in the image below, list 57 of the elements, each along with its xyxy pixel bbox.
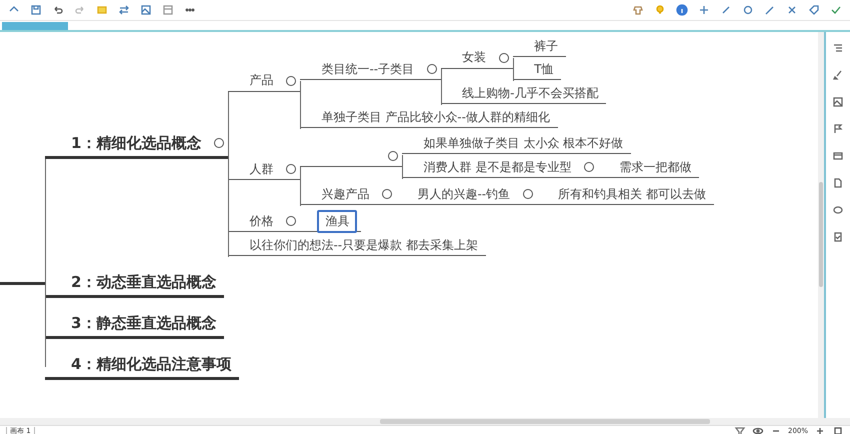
filter-icon[interactable] bbox=[734, 425, 746, 434]
collapse-toggle-icon[interactable] bbox=[286, 76, 296, 86]
card-icon[interactable] bbox=[832, 150, 844, 162]
undo-icon[interactable] bbox=[52, 4, 64, 16]
topic-label[interactable]: 2：动态垂直选品概念 bbox=[67, 272, 220, 292]
collapse-toggle-icon[interactable] bbox=[214, 138, 224, 148]
subtopic-label[interactable]: 消费人群 是不是都是专业型 bbox=[419, 156, 576, 178]
subtopic-label[interactable]: T恤 bbox=[530, 58, 558, 80]
scrollbar-thumb[interactable] bbox=[380, 419, 710, 424]
outline-icon[interactable] bbox=[832, 42, 844, 54]
document-icon[interactable] bbox=[832, 177, 844, 189]
plus-icon[interactable] bbox=[698, 4, 710, 16]
collapse-toggle-icon[interactable] bbox=[382, 189, 392, 199]
image-icon[interactable] bbox=[832, 96, 844, 108]
tag-icon[interactable] bbox=[808, 4, 820, 16]
clipboard-check-icon[interactable] bbox=[832, 231, 844, 243]
subtopic-label[interactable]: 线上购物-几乎不会买搭配 bbox=[458, 82, 602, 104]
subtopic-label[interactable]: 裤子 bbox=[530, 36, 562, 56]
collapse-toggle-icon[interactable] bbox=[388, 150, 398, 160]
subtopic-label[interactable]: 渔具 bbox=[317, 210, 358, 232]
subtopic-label[interactable]: 女装 bbox=[458, 47, 490, 68]
info-icon[interactable] bbox=[676, 4, 688, 16]
circle-icon[interactable] bbox=[742, 4, 754, 16]
eye-icon[interactable] bbox=[752, 425, 764, 434]
topic-label[interactable]: 3：静态垂直选品概念 bbox=[67, 312, 220, 334]
save-icon[interactable] bbox=[30, 4, 42, 16]
scrollbar-thumb[interactable] bbox=[819, 182, 823, 287]
image-icon[interactable] bbox=[140, 4, 152, 16]
zoom-in-icon[interactable] bbox=[814, 425, 826, 434]
shirt-icon[interactable] bbox=[632, 4, 644, 16]
subtopic-label[interactable]: 类目统一--子类目 bbox=[317, 58, 418, 80]
subtopic-label[interactable]: 以往你们的想法--只要是爆款 都去采集上架 bbox=[245, 234, 482, 256]
subtopic-label[interactable]: 单独子类目 产品比较小众--做人群的精细化 bbox=[317, 106, 554, 128]
brush-icon[interactable] bbox=[832, 69, 844, 81]
collapse-toggle-icon[interactable] bbox=[286, 164, 296, 174]
flag-icon[interactable] bbox=[832, 123, 844, 135]
fit-icon[interactable] bbox=[832, 425, 844, 434]
subtopic-label[interactable]: 如果单独做子类目 太小众 根本不好做 bbox=[419, 132, 628, 154]
check-icon[interactable] bbox=[830, 4, 842, 16]
collapse-toggle-icon[interactable] bbox=[523, 189, 534, 199]
close-icon[interactable] bbox=[786, 4, 798, 16]
root-branch bbox=[0, 282, 45, 285]
subtopic-label[interactable]: 所有和钓具相关 都可以去做 bbox=[554, 184, 710, 204]
topic-label[interactable]: 1：精细化选品概念 bbox=[67, 132, 206, 154]
collapse-toggle-icon[interactable] bbox=[499, 52, 510, 62]
collapse-toggle-icon[interactable] bbox=[584, 162, 594, 172]
subtopic-label[interactable]: 男人的兴趣--钓鱼 bbox=[413, 184, 514, 204]
collapse-toggle-icon[interactable] bbox=[286, 216, 296, 226]
layout-icon[interactable] bbox=[162, 4, 174, 16]
subtopic-label[interactable]: 产品 bbox=[245, 70, 278, 91]
swap-icon[interactable] bbox=[118, 4, 130, 16]
subtopic-label[interactable]: 价格 bbox=[245, 210, 278, 232]
topic-label[interactable]: 4：精细化选品注意事项 bbox=[67, 354, 236, 374]
subtopic-label[interactable]: 兴趣产品 bbox=[317, 184, 374, 204]
subtopic-label[interactable]: 需求一把都做 bbox=[615, 156, 696, 178]
subtopic-label[interactable]: 人群 bbox=[245, 158, 278, 180]
collapse-toggle-icon[interactable] bbox=[427, 64, 438, 74]
